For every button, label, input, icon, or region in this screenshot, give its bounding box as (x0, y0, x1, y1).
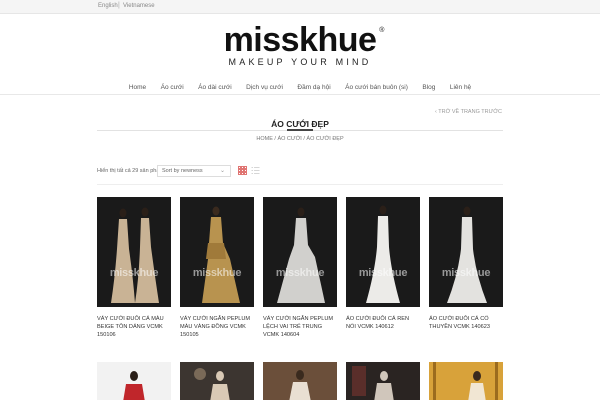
nav-divider (0, 94, 600, 95)
image-watermark: misskhue (109, 267, 159, 279)
product-card[interactable]: misskhue ÁO CƯỚI ĐUÔI CÁ REN NỔI VCMK 14… (346, 197, 420, 331)
product-name[interactable]: VÁY CƯỚI NGẮN PEPLUM LỆCH VAI TRẺ TRUNG … (263, 315, 337, 339)
product-image[interactable] (97, 362, 171, 400)
nav-item-home[interactable]: Home (129, 84, 146, 91)
language-english-link[interactable]: English (98, 3, 118, 9)
product-card[interactable]: misskhue VÁY CƯỚI NGẮN PEPLUM MÀU VÀNG Đ… (180, 197, 254, 339)
nav-item-ao-cuoi-ban-buon[interactable]: Áo cưới bán buôn (si) (345, 84, 408, 91)
product-image[interactable] (429, 362, 503, 400)
breadcrumb[interactable]: HOME / ÁO CƯỚI / ÁO CƯỚI ĐẸP (0, 136, 600, 142)
product-name[interactable]: VÁY CƯỚI ĐUÔI CÁ MÀU BEIGE TÔN DÁNG VCMK… (97, 315, 171, 339)
list-view-icon[interactable] (251, 166, 260, 175)
logo-registered-mark: ® (379, 27, 385, 34)
site-logo[interactable]: misskhue ® MAKEUP YOUR MIND (0, 21, 600, 70)
product-image[interactable]: misskhue (97, 197, 171, 307)
sort-select-value: Sort by newness (162, 168, 203, 174)
product-card[interactable]: misskhue VÁY CƯỚI ĐUÔI CÁ MÀU BEIGE TÔN … (97, 197, 171, 339)
image-watermark: misskhue (441, 267, 491, 279)
nav-item-blog[interactable]: Blog (422, 84, 435, 91)
product-image[interactable] (180, 362, 254, 400)
language-separator: | (118, 2, 120, 9)
product-card[interactable]: misskhue VÁY CƯỚI NGẮN PEPLUM LỆCH VAI T… (263, 197, 337, 339)
main-navigation: Home Áo cưới Áo dài cưới Dịch vụ cưới Đầ… (0, 76, 600, 92)
toolbar-divider (97, 184, 503, 185)
product-image[interactable]: misskhue (180, 197, 254, 307)
top-bar: English | Vietnamese (0, 0, 600, 14)
product-name[interactable]: ÁO CƯỚI ĐUÔI CÁ CỔ THUYỀN VCMK 140623 (429, 315, 503, 331)
nav-item-dich-vu-cuoi[interactable]: Dịch vụ cưới (246, 84, 283, 91)
product-image[interactable] (263, 362, 337, 400)
title-underline-accent (287, 129, 313, 131)
product-card[interactable]: misskhue ÁO CƯỚI ĐUÔI CÁ CỔ THUYỀN VCMK … (429, 197, 503, 331)
logo-tagline: MAKEUP YOUR MIND (228, 57, 372, 67)
product-name[interactable]: VÁY CƯỚI NGẮN PEPLUM MÀU VÀNG ĐỒNG VCMK … (180, 315, 254, 339)
result-count: Hiển thị tất cả 29 sản phẩm (97, 168, 164, 174)
nav-item-dam-da-hoi[interactable]: Đầm dạ hội (297, 84, 330, 91)
image-watermark: misskhue (358, 267, 408, 279)
sort-select[interactable]: Sort by newness ⌄ (157, 165, 231, 177)
nav-item-ao-dai-cuoi[interactable]: Áo dài cưới (198, 84, 232, 91)
language-vietnamese-link[interactable]: Vietnamese (123, 3, 155, 9)
product-image[interactable]: misskhue (346, 197, 420, 307)
page-title: ÁO CƯỚI ĐẸP (271, 119, 329, 129)
logo-text: misskhue (223, 21, 377, 59)
nav-item-lien-he[interactable]: Liên hệ (450, 84, 471, 91)
product-image[interactable]: misskhue (429, 197, 503, 307)
product-image[interactable]: misskhue (263, 197, 337, 307)
chevron-down-icon: ⌄ (219, 168, 225, 174)
product-name[interactable]: ÁO CƯỚI ĐUÔI CÁ REN NỔI VCMK 140612 (346, 315, 420, 331)
product-image[interactable] (346, 362, 420, 400)
grid-view-icon[interactable] (238, 166, 247, 175)
image-watermark: misskhue (192, 267, 242, 279)
image-watermark: misskhue (275, 267, 325, 279)
back-link[interactable]: ‹ TRỞ VỀ TRANG TRƯỚC (435, 109, 502, 115)
nav-item-ao-cuoi[interactable]: Áo cưới (161, 84, 184, 91)
